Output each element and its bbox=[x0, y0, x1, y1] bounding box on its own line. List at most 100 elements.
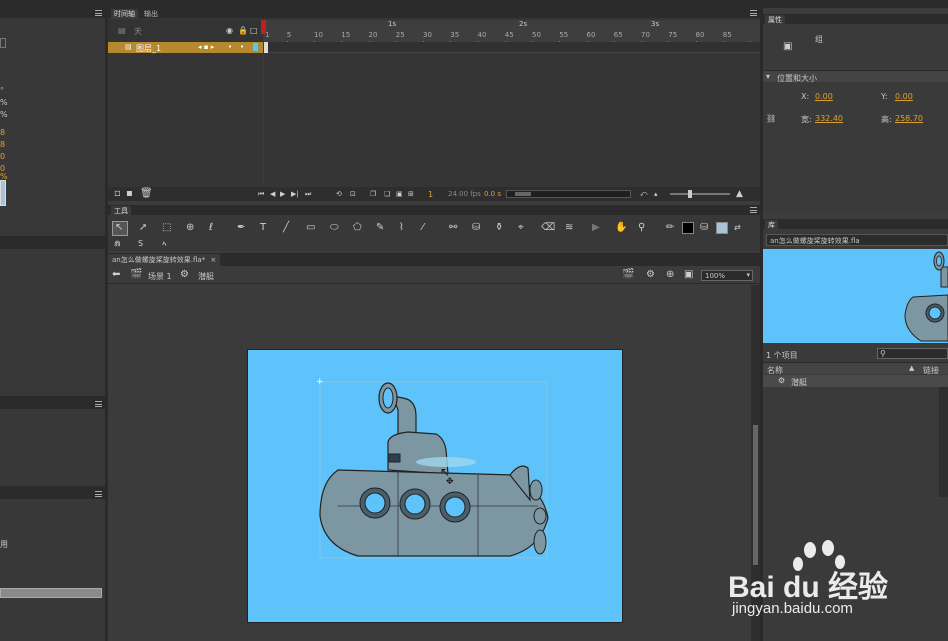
layer-name[interactable]: 图层_1 bbox=[136, 43, 161, 54]
new-folder-icon[interactable]: ▪ bbox=[126, 189, 133, 199]
tab-timeline[interactable]: 时间轴 bbox=[111, 9, 138, 19]
w-value[interactable]: 332.40 bbox=[815, 114, 843, 123]
prev-frame-icon[interactable]: ◀ bbox=[270, 189, 275, 199]
last-frame-icon[interactable]: ⏭ bbox=[305, 189, 311, 199]
paint-brush-tool-icon[interactable]: ⌇ bbox=[399, 223, 404, 233]
hand-tool-icon[interactable]: ✋ bbox=[615, 223, 627, 233]
fps[interactable]: 24.00 fps bbox=[448, 190, 481, 198]
tab-properties[interactable]: 属性 bbox=[765, 15, 785, 25]
layer-frames[interactable] bbox=[263, 42, 760, 53]
pencil-tool-icon[interactable]: ✎ bbox=[376, 223, 384, 233]
layer-dot-icon[interactable]: • bbox=[228, 43, 232, 51]
polystar-tool-icon[interactable]: ⬠ bbox=[353, 223, 362, 233]
library-scrollbar[interactable] bbox=[939, 387, 948, 497]
paint-bucket-tool-icon[interactable]: ⛁ bbox=[472, 223, 480, 233]
eyedropper-tool-icon[interactable]: ⌖ bbox=[518, 223, 524, 233]
fill-color-icon[interactable]: ⛁ bbox=[700, 223, 708, 233]
panel-menu-icon[interactable] bbox=[750, 207, 757, 213]
edit-symbol-icon[interactable]: ⚙ bbox=[646, 270, 655, 280]
line-tool-icon[interactable]: ╱ bbox=[283, 223, 289, 233]
document-tab[interactable]: an怎么做螺旋桨旋转效果.fla* × bbox=[108, 254, 221, 266]
stroke-color-icon[interactable]: ✏ bbox=[666, 223, 674, 233]
center-stage-icon[interactable]: ⊕ bbox=[666, 270, 674, 280]
center-frame-icon[interactable]: ⊡ bbox=[350, 189, 356, 199]
zoom-in-icon[interactable]: ▲ bbox=[736, 189, 743, 199]
brush-tool-icon[interactable]: ⁄ bbox=[422, 223, 424, 233]
zoom-slider-thumb[interactable] bbox=[688, 190, 692, 198]
scene-breadcrumb[interactable]: 场景 1 bbox=[148, 271, 172, 282]
fill-color-swatch[interactable] bbox=[716, 222, 728, 234]
edit-scene-icon[interactable]: 🎬 bbox=[622, 270, 634, 280]
layer-row[interactable]: ▤ 图层_1 ◂ ▪ ▸ • • bbox=[108, 42, 263, 53]
zoom-select[interactable]: 100% ▾ bbox=[701, 270, 753, 281]
submarine-drawing[interactable]: + ↖ ✥ bbox=[248, 350, 624, 624]
onion-outline-icon[interactable]: ❏ bbox=[384, 189, 390, 199]
panel-menu-icon[interactable] bbox=[95, 401, 102, 407]
3d-rotation-tool-icon[interactable]: ⊕ bbox=[186, 223, 194, 233]
panel-menu-icon[interactable] bbox=[750, 10, 757, 16]
onion-skin-icon[interactable]: ❐ bbox=[370, 189, 376, 199]
panel-menu-icon[interactable] bbox=[95, 10, 102, 16]
stroke-color-swatch[interactable] bbox=[682, 222, 694, 234]
playhead[interactable] bbox=[263, 20, 264, 188]
subselection-tool-icon[interactable]: ➚ bbox=[139, 223, 147, 233]
zoom-out-icon[interactable]: ▴ bbox=[654, 189, 658, 199]
layer-color-icon[interactable] bbox=[253, 43, 258, 51]
pen-tool-icon[interactable]: ✒ bbox=[237, 223, 245, 233]
ink-bottle-tool-icon[interactable]: ⚱ bbox=[495, 223, 503, 233]
left-color-swatch[interactable] bbox=[0, 180, 6, 206]
zoom-tool-icon[interactable]: ⚲ bbox=[638, 223, 645, 233]
timeline-scrollbar[interactable] bbox=[506, 190, 631, 198]
eraser-tool-icon[interactable]: ⌫ bbox=[541, 223, 555, 233]
scroll-thumb[interactable] bbox=[515, 192, 531, 196]
lasso-tool-icon[interactable]: ℓ bbox=[209, 223, 213, 233]
oval-tool-icon[interactable]: ⬭ bbox=[330, 223, 339, 233]
h-value[interactable]: 258.70 bbox=[895, 114, 923, 123]
tab-library[interactable]: 库 bbox=[765, 220, 778, 230]
panel-menu-icon[interactable] bbox=[95, 491, 102, 497]
bone-tool-icon[interactable]: ⚯ bbox=[449, 223, 457, 233]
next-frame-icon[interactable]: ▶| bbox=[291, 189, 299, 199]
loop-icon[interactable]: ⟲ bbox=[336, 189, 342, 199]
edit-multiple-icon[interactable]: ▣ bbox=[396, 189, 403, 199]
smooth-icon[interactable]: S bbox=[138, 239, 143, 249]
playhead-handle[interactable] bbox=[261, 20, 266, 34]
swap-colors-icon[interactable]: ⇄ bbox=[734, 223, 741, 233]
link-icon[interactable]: ⛓ bbox=[766, 114, 776, 124]
rectangle-tool-icon[interactable]: ▭ bbox=[306, 223, 315, 233]
new-layer-icon[interactable]: ▫ bbox=[114, 189, 121, 199]
width-tool-icon[interactable]: ≋ bbox=[565, 223, 573, 233]
y-value[interactable]: 0.00 bbox=[895, 92, 913, 101]
x-value[interactable]: 0.00 bbox=[815, 92, 833, 101]
elapsed-time[interactable]: 0.0 s bbox=[484, 190, 501, 198]
clip-icon[interactable]: ▣ bbox=[684, 270, 693, 280]
free-transform-tool-icon[interactable]: ⬚ bbox=[162, 223, 171, 233]
lock-icon[interactable]: 🔒 bbox=[238, 26, 248, 36]
library-file-select[interactable]: an怎么做螺旋桨旋转效果.fla bbox=[766, 234, 948, 246]
delete-layer-icon[interactable]: 🗑 bbox=[140, 189, 153, 199]
text-tool-icon[interactable]: T bbox=[260, 223, 266, 233]
fit-icon[interactable]: ⤺ bbox=[640, 189, 647, 199]
left-checkbox[interactable] bbox=[0, 38, 6, 48]
library-item[interactable]: ⚙ 潜艇 bbox=[763, 375, 948, 387]
close-tab-icon[interactable]: × bbox=[210, 256, 216, 264]
sort-icon[interactable]: ▲ bbox=[909, 364, 914, 372]
symbol-breadcrumb[interactable]: 潜艇 bbox=[198, 271, 214, 282]
outline-icon[interactable]: □ bbox=[250, 26, 258, 36]
tab-output[interactable]: 输出 bbox=[144, 9, 158, 19]
library-search[interactable]: ⚲ bbox=[877, 348, 948, 359]
camera-tool-icon[interactable]: ▶ bbox=[592, 223, 600, 233]
straighten-icon[interactable]: ኣ bbox=[162, 239, 167, 249]
layer-dot-icon[interactable]: • bbox=[240, 43, 244, 51]
snap-icon[interactable]: ⋒ bbox=[114, 239, 121, 249]
back-arrow-icon[interactable]: ⬅ bbox=[112, 270, 120, 280]
onion-markers-icon[interactable]: ⊞ bbox=[408, 189, 414, 199]
section-position-size[interactable]: ▾ 位置和大小 bbox=[763, 70, 948, 83]
play-icon[interactable]: ▶ bbox=[280, 189, 285, 199]
selection-tool-icon[interactable]: ↖ bbox=[115, 223, 123, 233]
first-frame-icon[interactable]: ⏮ bbox=[258, 189, 264, 199]
current-frame[interactable]: 1 bbox=[428, 190, 433, 199]
stage[interactable]: + ↖ ✥ bbox=[247, 349, 623, 623]
eye-icon[interactable]: ◉ bbox=[226, 26, 233, 36]
zoom-slider[interactable] bbox=[670, 190, 730, 198]
